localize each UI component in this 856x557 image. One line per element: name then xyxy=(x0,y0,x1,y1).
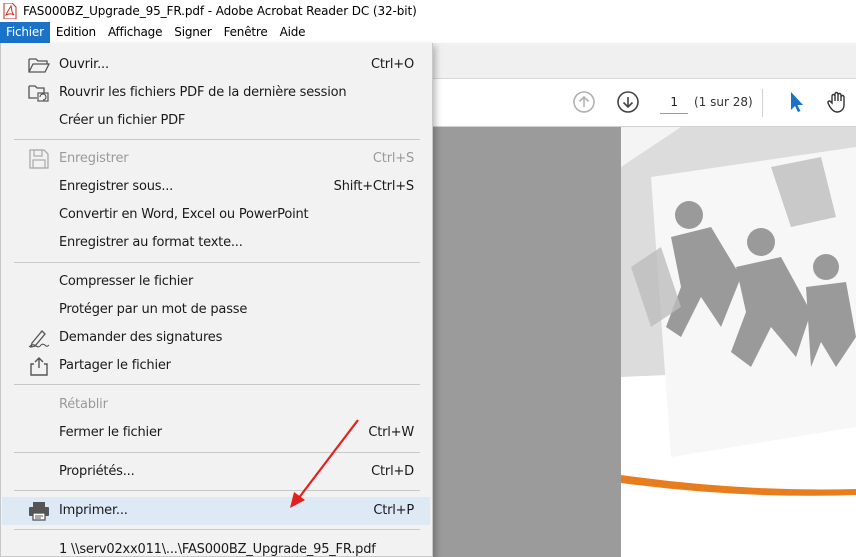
window-title: FAS000BZ_Upgrade_95_FR.pdf - Adobe Acrob… xyxy=(23,4,417,18)
pdf-page xyxy=(621,127,856,557)
menu-item-protect[interactable]: Protéger par un mot de passe xyxy=(2,296,430,324)
tab-strip xyxy=(430,43,856,79)
menu-item-label: Partager le fichier xyxy=(59,358,171,373)
document-area[interactable] xyxy=(430,127,856,557)
menu-bar: Fichier Edition Affichage Signer Fenêtre… xyxy=(0,22,856,43)
menu-item-label: Demander des signatures xyxy=(59,330,223,345)
signature-pen-icon xyxy=(28,330,50,348)
menu-item-shortcut: Ctrl+O xyxy=(370,57,414,72)
previous-page-icon[interactable] xyxy=(572,90,596,114)
menu-separator xyxy=(14,490,420,491)
menu-item-open[interactable]: Ouvrir... Ctrl+O xyxy=(2,51,430,79)
toolbar: 1 (1 sur 28) xyxy=(430,79,856,127)
menu-item-shortcut: Shift+Ctrl+S xyxy=(333,179,415,194)
menu-fenetre[interactable]: Fenêtre xyxy=(218,22,274,43)
share-upload-icon xyxy=(30,357,48,376)
acrobat-pdf-icon xyxy=(3,3,17,19)
menu-separator xyxy=(14,452,420,453)
menu-item-label: Enregistrer sous... xyxy=(59,179,174,194)
page-number-input[interactable]: 1 xyxy=(660,90,688,114)
menu-item-save[interactable]: Enregistrer Ctrl+S xyxy=(2,145,430,173)
menu-separator xyxy=(14,529,420,530)
next-page-icon[interactable] xyxy=(616,90,640,114)
menu-item-save-text[interactable]: Enregistrer au format texte... xyxy=(2,229,430,257)
save-disk-icon xyxy=(29,149,49,169)
menu-item-reopen[interactable]: Rouvrir les fichiers PDF de la dernière … xyxy=(2,79,430,107)
menu-edition[interactable]: Edition xyxy=(50,22,102,43)
menu-item-shortcut: Ctrl+P xyxy=(373,503,414,518)
toolbar-separator xyxy=(762,89,763,117)
menu-item-shortcut: Ctrl+D xyxy=(371,464,414,479)
menu-aide[interactable]: Aide xyxy=(274,22,312,43)
menu-item-close-file[interactable]: Fermer le fichier Ctrl+W xyxy=(2,419,430,447)
folder-open-icon xyxy=(28,58,50,73)
menu-item-shortcut: Ctrl+W xyxy=(368,425,414,440)
printer-icon xyxy=(29,502,49,521)
pdf-page-image xyxy=(621,127,856,557)
menu-item-create-pdf[interactable]: Créer un fichier PDF xyxy=(2,107,430,135)
menu-separator xyxy=(14,139,420,140)
menu-item-request-signatures[interactable]: Demander des signatures xyxy=(2,324,430,352)
menu-separator xyxy=(14,262,420,263)
menu-affichage[interactable]: Affichage xyxy=(102,22,168,43)
menu-item-recent-file[interactable]: 1 \\serv02xx011\...\FAS000BZ_Upgrade_95_… xyxy=(2,536,430,557)
menu-separator xyxy=(14,384,420,385)
menu-item-label: Enregistrer xyxy=(59,151,129,166)
menu-signer[interactable]: Signer xyxy=(168,22,217,43)
menu-item-print[interactable]: Imprimer... Ctrl+P xyxy=(2,497,430,525)
menu-item-label: Ouvrir... xyxy=(59,57,109,72)
menu-item-compress[interactable]: Compresser le fichier xyxy=(2,268,430,296)
menu-item-shortcut: Ctrl+S xyxy=(372,151,414,166)
menu-item-label: Imprimer... xyxy=(59,503,128,518)
menu-item-label: Enregistrer au format texte... xyxy=(59,235,243,250)
menu-item-label: Convertir en Word, Excel ou PowerPoint xyxy=(59,207,309,222)
menu-item-convert[interactable]: Convertir en Word, Excel ou PowerPoint xyxy=(2,201,430,229)
menu-item-save-as[interactable]: Enregistrer sous... Shift+Ctrl+S xyxy=(2,173,430,201)
select-tool-icon[interactable] xyxy=(784,90,808,114)
menu-item-properties[interactable]: Propriétés... Ctrl+D xyxy=(2,458,430,486)
page-total-label: (1 sur 28) xyxy=(694,95,753,109)
menu-item-label: Propriétés... xyxy=(59,464,135,479)
menu-item-label: Rétablir xyxy=(59,397,108,412)
reopen-files-icon xyxy=(28,85,49,102)
menu-item-label: 1 \\serv02xx011\...\FAS000BZ_Upgrade_95_… xyxy=(59,542,376,557)
menu-item-label: Rouvrir les fichiers PDF de la dernière … xyxy=(59,85,347,100)
menu-item-revert[interactable]: Rétablir xyxy=(2,391,430,419)
hand-tool-icon[interactable] xyxy=(826,90,850,114)
menu-item-share[interactable]: Partager le fichier xyxy=(2,352,430,380)
menu-fichier[interactable]: Fichier xyxy=(0,22,50,43)
title-bar: FAS000BZ_Upgrade_95_FR.pdf - Adobe Acrob… xyxy=(0,0,856,22)
file-menu: Ouvrir... Ctrl+O Rouvrir les fichiers PD… xyxy=(0,43,433,557)
menu-item-label: Protéger par un mot de passe xyxy=(59,302,248,317)
menu-item-label: Fermer le fichier xyxy=(59,425,162,440)
menu-item-label: Créer un fichier PDF xyxy=(59,113,186,128)
menu-item-label: Compresser le fichier xyxy=(59,274,194,289)
